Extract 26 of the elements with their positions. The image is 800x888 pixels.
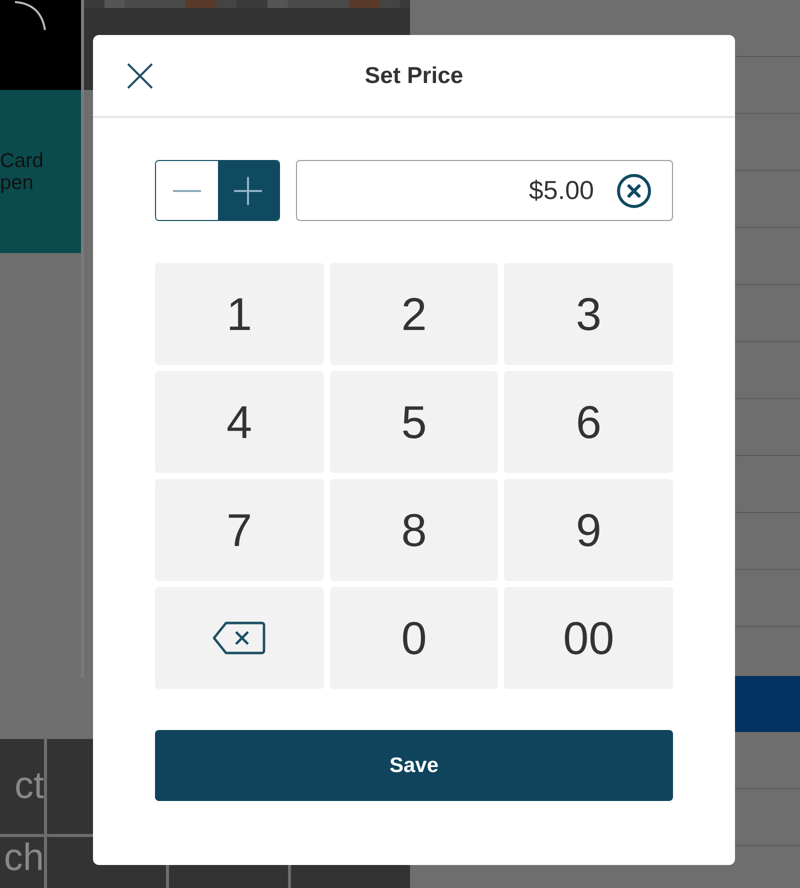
tile-label: Card	[0, 150, 44, 172]
close-icon[interactable]	[126, 62, 154, 90]
backspace-key[interactable]	[155, 587, 324, 689]
number-key[interactable]: 7	[155, 479, 324, 581]
backspace-icon	[212, 621, 266, 655]
number-key[interactable]: 8	[330, 479, 498, 581]
minus-icon	[172, 190, 202, 192]
number-key[interactable]: 6	[504, 371, 673, 473]
plus-button[interactable]	[218, 161, 279, 220]
payment-button[interactable]: ct	[0, 739, 44, 834]
number-key[interactable]: 5	[330, 371, 498, 473]
clear-icon[interactable]	[616, 172, 652, 208]
number-key[interactable]: 2	[330, 263, 498, 365]
number-key[interactable]: 9	[504, 479, 673, 581]
number-key[interactable]: 00	[504, 587, 673, 689]
dialog-title: Set Price	[364, 62, 464, 89]
swoosh-icon	[12, 0, 48, 32]
price-field[interactable]: $5.00	[296, 160, 673, 221]
tile-label: pen	[0, 172, 34, 194]
plus-icon	[233, 176, 264, 206]
save-button[interactable]: Save	[155, 730, 673, 801]
number-key[interactable]: 0	[330, 587, 498, 689]
number-key[interactable]: 1	[155, 263, 324, 365]
number-key[interactable]: 4	[155, 371, 324, 473]
number-key[interactable]: 3	[504, 263, 673, 365]
payment-button[interactable]: ch	[0, 837, 44, 888]
